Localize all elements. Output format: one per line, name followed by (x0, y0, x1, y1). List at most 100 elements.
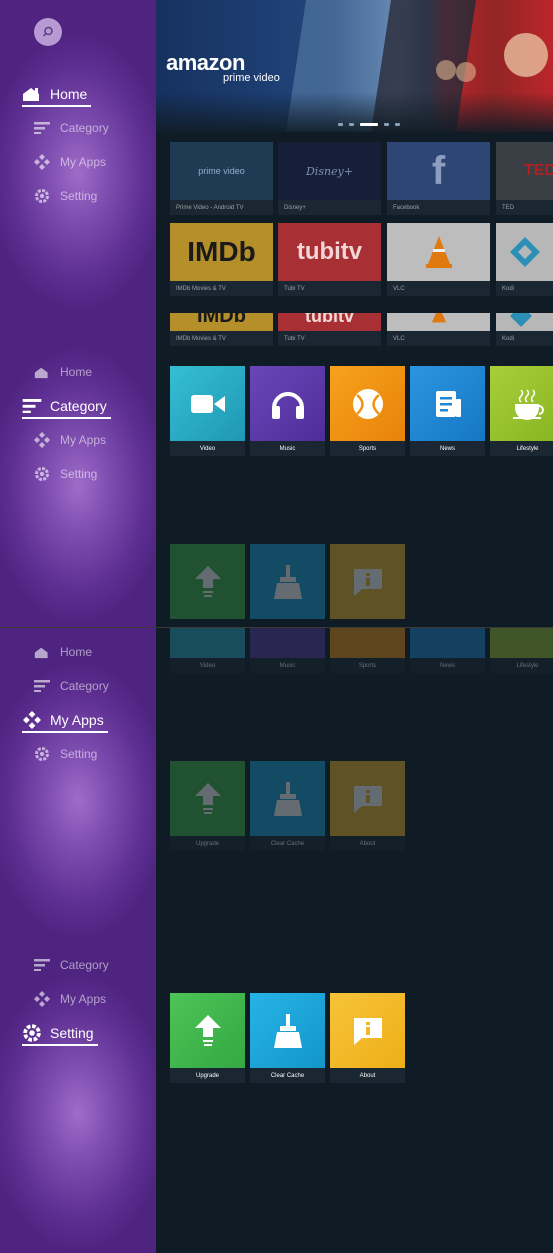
info-icon (330, 761, 405, 836)
app-tile[interactable]: prime video Prime Video - Android TV (170, 142, 273, 215)
setting-tile-upgrade[interactable]: Upgrade (170, 993, 245, 1083)
category-tile-sports[interactable]: Sports (330, 366, 405, 456)
nav-home[interactable]: Home (24, 644, 92, 660)
setting-tile-about[interactable]: About (330, 993, 405, 1083)
setting-main: Upgrade Clear Cache About (156, 941, 553, 1253)
headphones-icon (250, 366, 325, 441)
setting-tile-about[interactable]: About (330, 761, 405, 851)
app-title: VLC (387, 331, 490, 346)
prime-video-logo: amazon prime video (166, 52, 280, 85)
gear-icon (32, 746, 52, 762)
nav-setting-label: Setting (60, 467, 98, 481)
app-title: Tubi TV (278, 281, 381, 296)
nav-category[interactable]: Category (24, 120, 109, 136)
upgrade-arrow-icon (170, 993, 245, 1068)
nav-setting[interactable]: Setting (24, 188, 97, 204)
nav-home[interactable]: Home (22, 86, 92, 107)
vlc-cone-icon (387, 313, 490, 331)
category-icon (22, 398, 42, 414)
nav-home-label: Home (60, 645, 93, 659)
broom-icon (250, 761, 325, 836)
category-tile-sports[interactable]: Sports (330, 628, 405, 673)
featured-banner[interactable]: amazon prime video (156, 0, 553, 132)
category-tile-lifestyle[interactable]: Lifestyle (490, 366, 553, 456)
broom-icon (250, 544, 325, 619)
app-tile[interactable]: IMDb IMDb Movies & TV (170, 223, 273, 296)
category-label: Lifestyle (490, 441, 553, 456)
nav-category[interactable]: Category (24, 957, 109, 973)
category-label: Sports (330, 441, 405, 456)
app-title: Kodi (496, 331, 553, 346)
setting-label: Upgrade (170, 1068, 245, 1083)
app-logo: tubitv (278, 223, 381, 281)
setting-tile-about[interactable] (330, 544, 405, 619)
nav-setting[interactable]: Setting (24, 466, 97, 482)
nav-my-apps-label: My Apps (60, 433, 107, 447)
nav-setting-label: Setting (60, 747, 98, 761)
setting-tile-upgrade[interactable] (170, 544, 245, 619)
category-tile-music[interactable]: Music (250, 628, 325, 673)
app-title: IMDb Movies & TV (170, 281, 273, 296)
category-label: News (410, 441, 485, 456)
info-icon (330, 993, 405, 1068)
setting-tile-upgrade[interactable]: Upgrade (170, 761, 245, 851)
setting-screen: Category My Apps Setting Upgrade Clear C… (0, 941, 553, 1253)
nav-my-apps[interactable]: My Apps (24, 154, 106, 170)
app-tile[interactable]: tubitv Tubi TV (278, 313, 381, 346)
home-main: amazon prime video prime video Prime Vid… (156, 0, 553, 313)
category-tile-video[interactable]: Video (170, 628, 245, 673)
app-title: Prime Video - Android TV (170, 200, 273, 215)
app-logo: f (387, 142, 490, 200)
nav-category[interactable]: Category (24, 678, 109, 694)
category-icon (32, 120, 52, 136)
nav-setting[interactable]: Setting (24, 746, 97, 762)
setting-label: About (330, 836, 405, 851)
nav-category-label: Category (60, 679, 109, 693)
banner-fade (156, 92, 553, 132)
category-tile-music[interactable]: Music (250, 366, 325, 456)
nav-my-apps-label: My Apps (60, 155, 107, 169)
category-tile-lifestyle[interactable]: Lifestyle (490, 628, 553, 673)
category-tile-video[interactable]: Video (170, 366, 245, 456)
my-apps-main: Video Music Sports News Lifestyle Upgrad… (156, 628, 553, 941)
apps-icon (32, 991, 52, 1007)
app-tile[interactable]: VLC (387, 223, 490, 296)
sidebar: Home Category My Apps Setting (0, 628, 156, 941)
category-label: Video (170, 441, 245, 456)
app-title: VLC (387, 281, 490, 296)
nav-category-label: Category (60, 958, 109, 972)
nav-home[interactable]: Home (24, 364, 92, 380)
category-tile-news[interactable]: News (410, 628, 485, 673)
app-tile[interactable]: TED TED (496, 142, 553, 215)
nav-setting[interactable]: Setting (22, 1024, 98, 1046)
app-tile[interactable]: VLC (387, 313, 490, 346)
search-icon (42, 26, 53, 37)
category-tile-news[interactable]: News (410, 366, 485, 456)
app-tile[interactable]: Disney+ Disney+ (278, 142, 381, 215)
active-underline (22, 731, 108, 733)
app-tile[interactable]: Kodi (496, 223, 553, 296)
apps-icon (32, 154, 52, 170)
nav-my-apps[interactable]: My Apps (24, 991, 106, 1007)
setting-tile-clear-cache[interactable] (250, 544, 325, 619)
apps-icon (22, 711, 42, 729)
sidebar: Home Category My Apps Setting (0, 0, 156, 313)
broom-icon (250, 993, 325, 1068)
nav-category[interactable]: Category (22, 398, 111, 419)
nav-my-apps-label: My Apps (50, 712, 104, 728)
app-tile[interactable]: Kodi (496, 313, 553, 346)
app-tile[interactable]: f Facebook (387, 142, 490, 215)
setting-tile-clear-cache[interactable]: Clear Cache (250, 761, 325, 851)
nav-my-apps[interactable]: My Apps (22, 711, 108, 733)
nav-home-label: Home (50, 86, 88, 102)
nav-my-apps[interactable]: My Apps (24, 432, 106, 448)
nav-setting-label: Setting (60, 189, 98, 203)
app-tile[interactable]: IMDb IMDb Movies & TV (170, 313, 273, 346)
app-tile[interactable]: tubitv Tubi TV (278, 223, 381, 296)
nav-my-apps-label: My Apps (60, 992, 107, 1006)
active-underline (22, 1044, 98, 1046)
carousel-dots (338, 123, 400, 126)
search-button[interactable] (34, 18, 62, 46)
setting-tile-clear-cache[interactable]: Clear Cache (250, 993, 325, 1083)
app-logo: TED (496, 142, 553, 200)
